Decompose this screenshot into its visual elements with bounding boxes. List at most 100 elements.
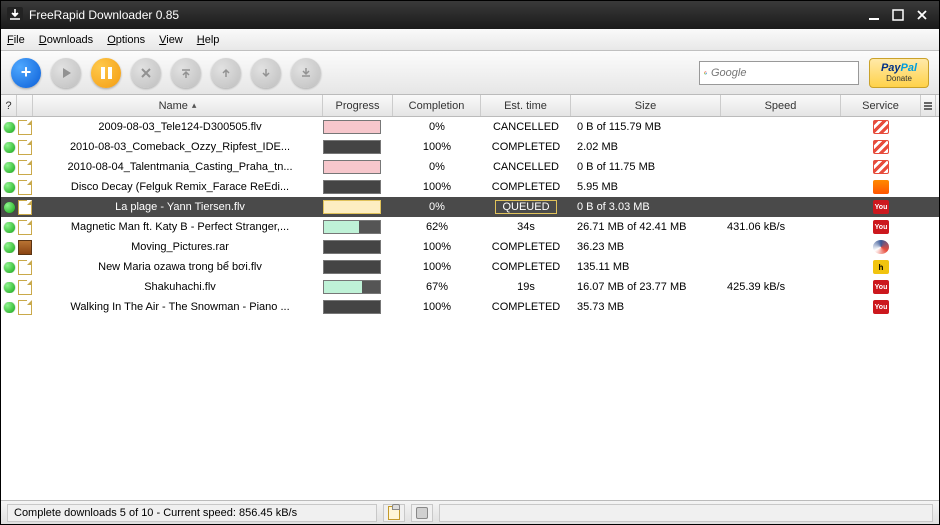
table-row[interactable]: Walking In The Air - The Snowman - Piano…: [1, 297, 939, 317]
menu-view[interactable]: View: [159, 34, 183, 46]
app-icon: [7, 7, 23, 23]
file-name: New Maria ozawa trong bể bơi.flv: [33, 261, 323, 273]
completion-pct: 100%: [393, 261, 481, 273]
col-speed[interactable]: Speed: [721, 95, 841, 116]
est-time: CANCELLED: [481, 121, 571, 133]
est-time: COMPLETED: [481, 181, 571, 193]
table-row[interactable]: Magnetic Man ft. Katy B - Perfect Strang…: [1, 217, 939, 237]
toolbar: + PayPal Donate: [1, 51, 939, 95]
menubar: File Downloads Options View Help: [1, 29, 939, 51]
menu-file[interactable]: File: [7, 34, 25, 46]
table-row[interactable]: 2009-08-03_Tele124-D300505.flv 0%CANCELLE…: [1, 117, 939, 137]
file-type-icon: [17, 120, 33, 135]
col-config-button[interactable]: [921, 95, 936, 116]
progress-bar: [323, 180, 393, 194]
completion-pct: 0%: [393, 121, 481, 133]
table-row[interactable]: 2010-08-03_Comeback_Ozzy_Ripfest_IDE... 1…: [1, 137, 939, 157]
table-row[interactable]: Disco Decay (Felguk Remix_Farace ReEdi..…: [1, 177, 939, 197]
file-name: Shakuhachi.flv: [33, 281, 323, 293]
table-row[interactable]: New Maria ozawa trong bể bơi.flv 100%COMP…: [1, 257, 939, 277]
col-size[interactable]: Size: [571, 95, 721, 116]
completion-pct: 0%: [393, 201, 481, 213]
progress-bar: [323, 220, 393, 234]
file-type-icon: [17, 140, 33, 155]
play-button[interactable]: [51, 58, 81, 88]
service-icon: [841, 240, 921, 254]
move-down-button[interactable]: [251, 58, 281, 88]
table-row[interactable]: Moving_Pictures.rar 100%COMPLETED36.23 MB: [1, 237, 939, 257]
file-type-icon: [17, 220, 33, 235]
file-name: La plage - Yann Tiersen.flv: [33, 201, 323, 213]
col-status[interactable]: ?: [1, 95, 17, 116]
col-icon[interactable]: [17, 95, 33, 116]
progress-bar: [323, 280, 393, 294]
minimize-button[interactable]: [863, 6, 885, 24]
status-dot: [1, 262, 17, 273]
cancel-button[interactable]: [131, 58, 161, 88]
file-name: 2009-08-03_Tele124-D300505.flv: [33, 121, 323, 133]
file-name: 2010-08-04_Talentmania_Casting_Praha_tn.…: [33, 161, 323, 173]
speed: 425.39 kB/s: [721, 281, 841, 293]
size: 135.11 MB: [571, 261, 721, 273]
file-type-icon: [17, 160, 33, 175]
completion-pct: 100%: [393, 141, 481, 153]
size: 26.71 MB of 42.41 MB: [571, 221, 721, 233]
table-row[interactable]: 2010-08-04_Talentmania_Casting_Praha_tn.…: [1, 157, 939, 177]
tray-button[interactable]: [411, 504, 433, 522]
completion-pct: 67%: [393, 281, 481, 293]
search-input[interactable]: [711, 67, 854, 79]
status-dot: [1, 202, 17, 213]
col-name[interactable]: Name: [33, 95, 323, 116]
service-icon: [841, 160, 921, 174]
progress-bar: [323, 240, 393, 254]
service-icon: [841, 200, 921, 214]
pause-icon: [101, 67, 112, 79]
table-row[interactable]: Shakuhachi.flv67%19s16.07 MB of 23.77 MB…: [1, 277, 939, 297]
close-button[interactable]: [911, 6, 933, 24]
maximize-button[interactable]: [887, 6, 909, 24]
size: 36.23 MB: [571, 241, 721, 253]
status-dot: [1, 162, 17, 173]
file-name: Disco Decay (Felguk Remix_Farace ReEdi..…: [33, 181, 323, 193]
est-time: COMPLETED: [481, 241, 571, 253]
file-type-icon: [17, 200, 33, 215]
progress-bar: [323, 200, 393, 214]
statusbar: Complete downloads 5 of 10 - Current spe…: [1, 500, 939, 524]
paypal-logo: PayPal: [881, 62, 917, 74]
service-icon: h: [841, 260, 921, 274]
file-type-icon: [17, 280, 33, 295]
paypal-donate-button[interactable]: PayPal Donate: [869, 58, 929, 88]
service-icon: [841, 280, 921, 294]
col-completion[interactable]: Completion: [393, 95, 481, 116]
table-row[interactable]: La plage - Yann Tiersen.flv0%QUEUED0 B o…: [1, 197, 939, 217]
est-time: QUEUED: [481, 200, 571, 214]
move-up-button[interactable]: [211, 58, 241, 88]
completion-pct: 100%: [393, 241, 481, 253]
add-button[interactable]: +: [11, 58, 41, 88]
file-name: 2010-08-03_Comeback_Ozzy_Ripfest_IDE...: [33, 141, 323, 153]
col-est-time[interactable]: Est. time: [481, 95, 571, 116]
file-name: Moving_Pictures.rar: [33, 241, 323, 253]
progress-bar: [323, 120, 393, 134]
col-service[interactable]: Service: [841, 95, 921, 116]
size: 2.02 MB: [571, 141, 721, 153]
progress-bar: [323, 300, 393, 314]
status-text: Complete downloads 5 of 10 - Current spe…: [7, 504, 377, 522]
col-progress[interactable]: Progress: [323, 95, 393, 116]
pause-button[interactable]: [91, 58, 121, 88]
downloads-table[interactable]: 2009-08-03_Tele124-D300505.flv0%CANCELLE…: [1, 117, 939, 500]
move-top-button[interactable]: [171, 58, 201, 88]
move-bottom-button[interactable]: [291, 58, 321, 88]
menu-help[interactable]: Help: [197, 34, 220, 46]
menu-downloads[interactable]: Downloads: [39, 34, 93, 46]
file-type-icon: [17, 260, 33, 275]
search-box[interactable]: [699, 61, 859, 85]
service-icon: [841, 140, 921, 154]
size: 0 B of 11.75 MB: [571, 161, 721, 173]
status-dot: [1, 222, 17, 233]
est-time: COMPLETED: [481, 261, 571, 273]
completion-pct: 62%: [393, 221, 481, 233]
progress-bar: [323, 160, 393, 174]
menu-options[interactable]: Options: [107, 34, 145, 46]
clipboard-monitor-button[interactable]: [383, 504, 405, 522]
